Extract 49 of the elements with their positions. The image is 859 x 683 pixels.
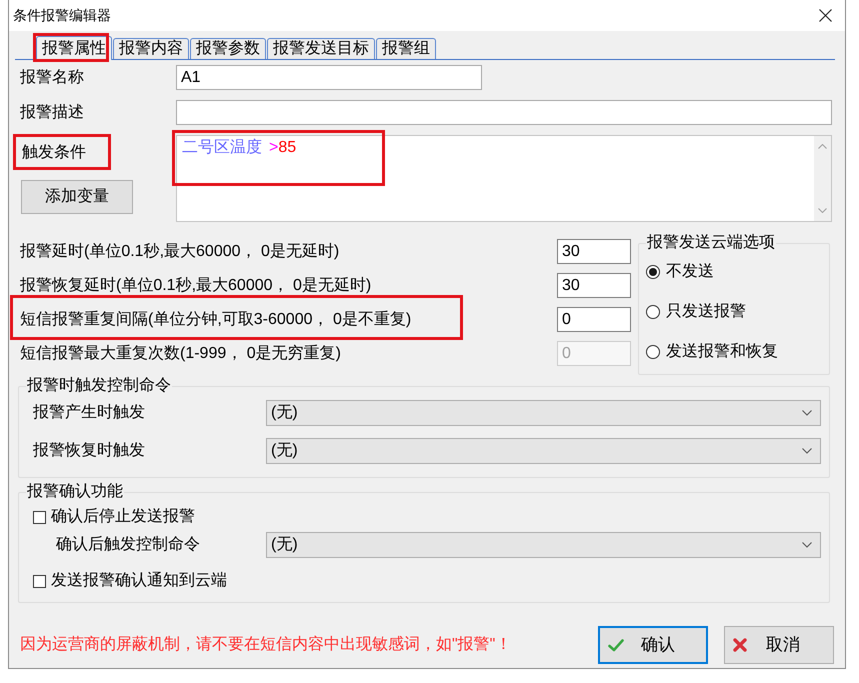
setting-label: 短信报警重复间隔(单位分钟,可取3-60000， 0是不重复) <box>20 310 412 330</box>
group-title: 报警时触发控制命令 <box>26 376 172 396</box>
setting-label: 报警恢复时触发 <box>33 440 146 461</box>
number-field[interactable]: 0 <box>557 307 631 332</box>
confirm-button[interactable]: 确认 <box>598 626 708 664</box>
field-label: 触发条件 <box>22 143 86 163</box>
setting-label: 报警恢复延时(单位0.1秒,最大60000， 0是无延时) <box>20 276 372 296</box>
check-icon <box>608 638 624 652</box>
chevron-down-icon <box>802 448 812 454</box>
tab[interactable]: 报警属性 <box>36 36 112 60</box>
close-button[interactable] <box>817 8 833 24</box>
cross-icon <box>733 638 747 652</box>
number-field[interactable]: 30 <box>557 273 631 298</box>
radio-label[interactable]: 不发送 <box>666 260 714 284</box>
checkbox[interactable] <box>33 510 46 524</box>
tab[interactable]: 报警组 <box>376 38 436 59</box>
condition-text: 二号区温度 >85 <box>181 138 298 158</box>
tab[interactable]: 报警内容 <box>113 38 189 59</box>
setting-label: 确认后触发控制命令 <box>56 534 201 555</box>
field-label: 报警名称 <box>20 68 85 88</box>
add-variable-button[interactable]: 添加变量 <box>21 180 133 214</box>
dropdown[interactable]: (无) <box>266 532 821 558</box>
group-title: 报警确认功能 <box>26 482 124 502</box>
radio-label[interactable]: 只发送报警 <box>666 300 746 324</box>
radio-button[interactable] <box>646 265 660 279</box>
chevron-down-icon <box>802 542 812 548</box>
field-label: 报警描述 <box>20 102 85 122</box>
checkbox-label[interactable]: 确认后停止发送报警 <box>51 505 195 529</box>
radio-button[interactable] <box>646 345 660 359</box>
tab[interactable]: 报警参数 <box>190 38 266 59</box>
setting-label: 报警延时(单位0.1秒,最大60000， 0是无延时) <box>20 242 340 262</box>
dropdown[interactable]: (无) <box>266 438 821 464</box>
chevron-down-icon <box>802 410 812 416</box>
text-field[interactable]: A1 <box>176 65 482 90</box>
checkbox-label[interactable]: 发送报警确认通知到云端 <box>51 569 227 593</box>
setting-label: 短信报警最大重复次数(1-999， 0是无穷重复) <box>20 344 341 364</box>
checkbox[interactable] <box>33 574 46 588</box>
radio-label[interactable]: 发送报警和恢复 <box>666 340 778 364</box>
setting-label: 报警产生时触发 <box>33 402 146 423</box>
number-field[interactable]: 30 <box>557 239 631 264</box>
tab[interactable]: 报警发送目标 <box>267 38 375 59</box>
dropdown[interactable]: (无) <box>266 400 821 426</box>
radio-button[interactable] <box>646 305 660 319</box>
close-icon <box>818 9 832 22</box>
window-title: 条件报警编辑器 <box>13 6 111 25</box>
warning-notice: 因为运营商的屏蔽机制，请不要在短信内容中出现敏感词，如"报警"！ <box>20 634 512 655</box>
group-title: 报警发送云端选项 <box>646 233 776 253</box>
text-field[interactable] <box>176 100 832 125</box>
cancel-button[interactable]: 取消 <box>724 626 834 664</box>
